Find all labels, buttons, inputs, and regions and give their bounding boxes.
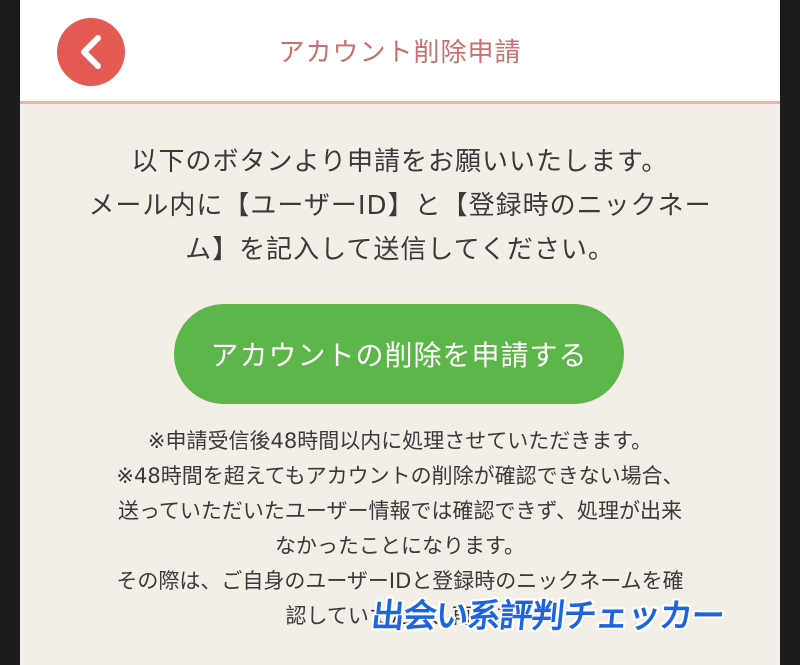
note-line: 送っていただいたユーザー情報では確認できず、処理が出来 (117, 499, 683, 523)
page-title: アカウント削除申請 (278, 38, 522, 68)
app-screen: アカウント削除申請 以下のボタンより申請をお願いいたします。 メール内に【ユーザ… (20, 0, 780, 665)
note-line: ※48時間を超えてもアカウントの削除が確認できない場合、 (116, 464, 684, 488)
intro-line: 以下のボタンより申請をお願いいたします。 (131, 147, 669, 177)
watermark: 出会い系評判チェッカー (369, 596, 726, 635)
device-frame: アカウント削除申請 以下のボタンより申請をお願いいたします。 メール内に【ユーザ… (0, 0, 800, 665)
note-line: ※申請受信後48時間以内に処理させていただきます。 (147, 429, 653, 453)
request-account-deletion-button[interactable]: アカウントの削除を申請する (174, 304, 624, 404)
app-header: アカウント削除申請 (20, 0, 780, 104)
intro-line: ム】を記入して送信してください。 (185, 235, 615, 265)
intro-text: 以下のボタンより申請をお願いいたします。 メール内に【ユーザーID】と【登録時の… (40, 140, 760, 272)
note-line: なかったことになります。 (275, 534, 525, 558)
intro-line: メール内に【ユーザーID】と【登録時のニックネー (88, 191, 712, 221)
